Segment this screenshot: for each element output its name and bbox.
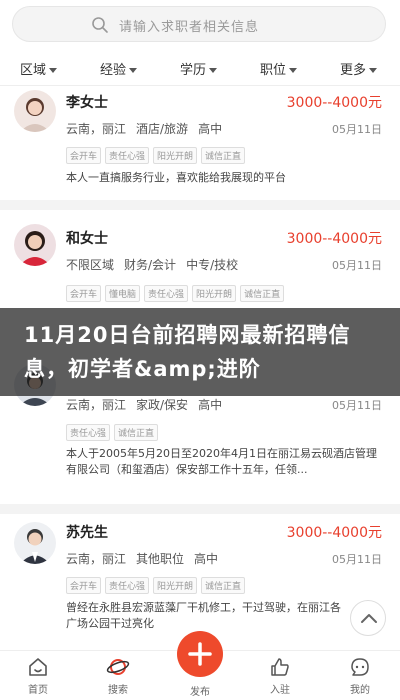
tag: 诚信正直	[201, 577, 246, 594]
user-chat-icon	[351, 658, 369, 676]
tag: 诚信正直	[114, 424, 159, 441]
resume-card[interactable]: 苏先生 3000--4000元 云南，丽江 其他职位 高中 05月11日 会开车 责任…	[0, 514, 400, 650]
tag-list: 会开车 责任心强 阳光开朗 诚信正直	[66, 144, 249, 164]
nav-search[interactable]: 搜索	[88, 655, 148, 696]
nav-join[interactable]: 入驻	[250, 655, 310, 696]
search-input[interactable]: 请输入求职者相关信息	[12, 6, 386, 42]
post-date: 05月11日	[332, 553, 382, 566]
tag-list: 会开车 责任心强 阳光开朗 诚信正直	[66, 574, 249, 594]
filter-position[interactable]: 职位	[260, 59, 298, 78]
candidate-meta: 云南，丽江 其他职位 高中	[66, 552, 219, 566]
headline-banner: 11月20日台前招聘网最新招聘信息，初学者&amp;进阶	[0, 308, 400, 396]
avatar	[14, 522, 56, 564]
caret-down-icon	[129, 68, 138, 73]
avatar	[14, 224, 56, 266]
chevron-up-icon	[361, 614, 377, 623]
tag: 阳光开朗	[153, 147, 198, 164]
tag: 懂电脑	[105, 285, 141, 302]
plus-icon	[188, 642, 212, 666]
banner-title: 11月20日台前招聘网最新招聘信息，初学者&amp;进阶	[24, 323, 351, 381]
salary: 3000--4000元	[286, 95, 382, 111]
bottom-nav: 首页 搜索 发布 入驻 我的	[0, 631, 400, 700]
candidate-name: 苏先生	[66, 525, 108, 541]
filter-experience[interactable]: 经验	[100, 59, 138, 78]
post-date: 05月11日	[332, 399, 382, 412]
tag: 诚信正直	[240, 285, 285, 302]
publish-button[interactable]	[177, 631, 223, 677]
search-icon	[92, 17, 108, 33]
post-date: 05月11日	[332, 259, 382, 272]
candidate-description: 本人一直搞服务行业，喜欢能给我展现的平台	[66, 171, 286, 184]
filter-more[interactable]: 更多	[340, 59, 378, 78]
thumbs-up-icon	[271, 658, 289, 676]
tag: 责任心强	[105, 577, 150, 594]
tag: 会开车	[66, 285, 102, 302]
tag: 诚信正直	[201, 147, 246, 164]
tag: 责任心强	[144, 285, 189, 302]
salary: 3000--4000元	[286, 231, 382, 247]
caret-down-icon	[369, 68, 378, 73]
avatar	[14, 90, 56, 132]
tag: 阳光开朗	[153, 577, 198, 594]
resume-card[interactable]: 李女士 3000--4000元 云南，丽江 酒店/旅游 高中 05月11日 会开车责…	[0, 86, 400, 200]
candidate-description: 本人于2005年5月20日至2020年4月1日在丽江易云砚酒店管理有限公司（和玺…	[66, 447, 377, 476]
publish-label: 发布	[190, 687, 210, 698]
tag: 会开车	[66, 147, 102, 164]
tag-list: 责任心强 诚信正直	[66, 421, 162, 441]
filter-bar: 区域 经验 学历 职位 更多	[0, 50, 400, 86]
candidate-meta: 云南，丽江 酒店/旅游 高中	[66, 122, 223, 136]
search-placeholder: 请输入求职者相关信息	[119, 20, 260, 35]
resume-card[interactable]: 和女士 3000--4000元 不限区域 财务/会计 中专/技校 05月11日 会开…	[0, 210, 400, 308]
filter-region[interactable]: 区域	[20, 59, 58, 78]
caret-down-icon	[49, 68, 58, 73]
tag: 责任心强	[105, 147, 150, 164]
scroll-top-button[interactable]	[350, 600, 386, 636]
search-bar: 请输入求职者相关信息	[0, 0, 400, 50]
tag: 责任心强	[66, 424, 111, 441]
caret-down-icon	[209, 68, 218, 73]
tag-list: 会开车 懂电脑 责任心强 阳光开朗 诚信正直	[66, 282, 288, 302]
home-icon	[29, 658, 47, 676]
post-date: 05月11日	[332, 123, 382, 136]
tag: 阳光开朗	[192, 285, 237, 302]
filter-education[interactable]: 学历	[180, 59, 218, 78]
caret-down-icon	[289, 68, 298, 73]
candidate-name: 和女士	[66, 231, 108, 247]
salary: 3000--4000元	[286, 525, 382, 541]
candidate-meta: 不限区域 财务/会计 中专/技校	[66, 258, 239, 272]
candidate-meta: 云南，丽江 家政/保安 高中	[66, 398, 223, 412]
search-planet-icon	[106, 659, 130, 675]
candidate-description: 曾经在永胜县宏源蓝藻厂干机修工，干过驾驶，在丽江各广场公园干过亮化	[66, 601, 341, 630]
tag: 会开车	[66, 577, 102, 594]
nav-home[interactable]: 首页	[8, 655, 68, 696]
candidate-name: 李女士	[66, 95, 108, 111]
nav-mine[interactable]: 我的	[330, 655, 390, 696]
